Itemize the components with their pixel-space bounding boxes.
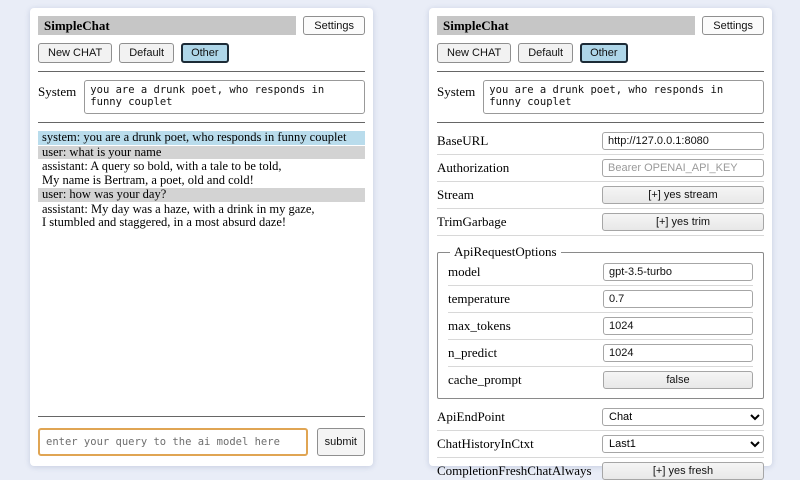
setting-label: max_tokens: [448, 318, 511, 334]
page: SimpleChat Settings New CHAT Default Oth…: [0, 0, 800, 480]
setting-row-n-predict: n_predict: [448, 341, 753, 367]
settings-panel: SimpleChat Settings New CHAT Default Oth…: [429, 8, 772, 466]
new-chat-button[interactable]: New CHAT: [437, 43, 511, 63]
setting-row-max-tokens: max_tokens: [448, 314, 753, 340]
setting-row-baseurl: BaseURL: [437, 129, 764, 155]
query-row: submit: [38, 423, 365, 456]
setting-row-stream: Stream [+] yes stream: [437, 183, 764, 209]
max-tokens-input[interactable]: [603, 317, 753, 335]
setting-row-cache-prompt: cache_prompt false: [448, 368, 753, 393]
divider: [437, 71, 764, 72]
tab-other[interactable]: Other: [181, 43, 229, 63]
api-request-options-fieldset: ApiRequestOptions model temperature max_…: [437, 244, 764, 399]
chathistoryinctxt-select[interactable]: Last1: [602, 435, 764, 453]
setting-row-chathistoryinctxt: ChatHistoryInCtxt Last1: [437, 432, 764, 458]
app-title: SimpleChat: [437, 16, 695, 35]
tab-default[interactable]: Default: [119, 43, 174, 63]
system-prompt-input[interactable]: you are a drunk poet, who responds in fu…: [84, 80, 365, 114]
tab-other[interactable]: Other: [580, 43, 628, 63]
setting-row-temperature: temperature: [448, 287, 753, 313]
header: SimpleChat Settings: [437, 16, 764, 35]
setting-label: temperature: [448, 291, 510, 307]
chat-message-list[interactable]: system: you are a drunk poet, who respon…: [38, 131, 365, 410]
divider: [38, 71, 365, 72]
setting-label: n_predict: [448, 345, 497, 361]
setting-label: cache_prompt: [448, 372, 522, 388]
chat-message-assistant: assistant: My day was a haze, with a dri…: [38, 203, 365, 230]
apiendpoint-select[interactable]: Chat: [602, 408, 764, 426]
tab-default[interactable]: Default: [518, 43, 573, 63]
query-input[interactable]: [38, 428, 308, 456]
setting-label: Stream: [437, 187, 474, 203]
system-label: System: [38, 80, 76, 100]
new-chat-button[interactable]: New CHAT: [38, 43, 112, 63]
setting-label: Authorization: [437, 160, 509, 176]
setting-label: TrimGarbage: [437, 214, 507, 230]
stream-toggle-button[interactable]: [+] yes stream: [602, 186, 764, 204]
chat-message-system: system: you are a drunk poet, who respon…: [38, 131, 365, 145]
setting-row-authorization: Authorization: [437, 156, 764, 182]
chat-message-user: user: what is your name: [38, 146, 365, 160]
message-line: My name is Bertram, a poet, old and cold…: [42, 174, 361, 188]
chat-panel: SimpleChat Settings New CHAT Default Oth…: [30, 8, 373, 466]
chat-message-user: user: how was your day?: [38, 188, 365, 202]
query-section: submit: [38, 410, 365, 456]
setting-label: ChatHistoryInCtxt: [437, 436, 534, 452]
chat-tabs: New CHAT Default Other: [38, 43, 365, 63]
setting-label: model: [448, 264, 481, 280]
chat-tabs: New CHAT Default Other: [437, 43, 764, 63]
system-prompt-row: System you are a drunk poet, who respond…: [437, 80, 764, 114]
divider: [437, 122, 764, 123]
model-input[interactable]: [603, 263, 753, 281]
settings-button[interactable]: Settings: [702, 16, 764, 35]
message-line: assistant: My day was a haze, with a dri…: [42, 203, 361, 217]
app-title: SimpleChat: [38, 16, 296, 35]
system-prompt-input[interactable]: you are a drunk poet, who responds in fu…: [483, 80, 764, 114]
divider: [38, 122, 365, 123]
setting-row-trimgarbage: TrimGarbage [+] yes trim: [437, 210, 764, 236]
setting-row-model: model: [448, 260, 753, 286]
authorization-input[interactable]: [602, 159, 764, 177]
system-label: System: [437, 80, 475, 100]
settings-form: BaseURL Authorization Stream [+] yes str…: [437, 129, 764, 480]
cache-prompt-toggle-button[interactable]: false: [603, 371, 753, 389]
message-line: I stumbled and staggered, in a most absu…: [42, 216, 361, 230]
temperature-input[interactable]: [603, 290, 753, 308]
message-line: assistant: A query so bold, with a tale …: [42, 160, 361, 174]
chat-message-assistant: assistant: A query so bold, with a tale …: [38, 160, 365, 187]
header: SimpleChat Settings: [38, 16, 365, 35]
baseurl-input[interactable]: [602, 132, 764, 150]
settings-button[interactable]: Settings: [303, 16, 365, 35]
setting-row-completionfreshchatalways: CompletionFreshChatAlways [+] yes fresh: [437, 459, 764, 480]
completionfreshchatalways-toggle-button[interactable]: [+] yes fresh: [602, 462, 764, 480]
divider: [38, 416, 365, 417]
setting-label: ApiEndPoint: [437, 409, 505, 425]
system-prompt-row: System you are a drunk poet, who respond…: [38, 80, 365, 114]
n-predict-input[interactable]: [603, 344, 753, 362]
trimgarbage-toggle-button[interactable]: [+] yes trim: [602, 213, 764, 231]
fieldset-legend: ApiRequestOptions: [450, 244, 561, 260]
submit-button[interactable]: submit: [317, 428, 365, 456]
setting-label: BaseURL: [437, 133, 488, 149]
setting-label: CompletionFreshChatAlways: [437, 463, 592, 479]
setting-row-apiendpoint: ApiEndPoint Chat: [437, 405, 764, 431]
